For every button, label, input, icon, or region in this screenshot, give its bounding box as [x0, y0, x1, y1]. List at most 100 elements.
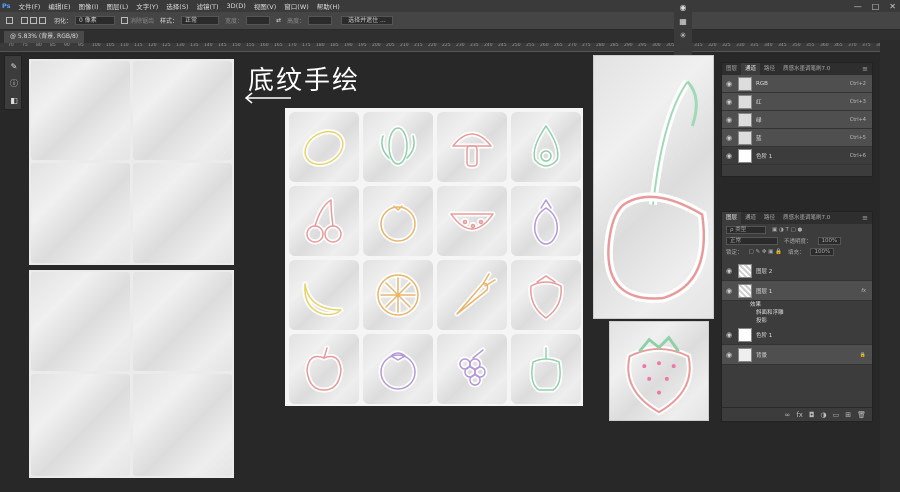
- fx-badge[interactable]: fx: [861, 288, 866, 294]
- height-input[interactable]: [308, 16, 333, 25]
- layer-row[interactable]: ◉ 背景 🔒: [722, 345, 872, 365]
- select-and-mask-button[interactable]: 选择并遮住 ...: [338, 16, 393, 25]
- marquee-tool-icon[interactable]: [6, 17, 15, 24]
- height-label: 高度：: [287, 18, 306, 25]
- eye-icon[interactable]: ◉: [724, 287, 734, 295]
- menu-help[interactable]: 帮助(H): [313, 1, 344, 11]
- lock-row: 锁定： ▢ ✎ ✥ ▣ 🔒 填充： 100%: [722, 246, 872, 257]
- fill-input[interactable]: 100%: [810, 247, 835, 256]
- tab-brushes[interactable]: 质感水墨调笔刷7.0: [779, 63, 834, 75]
- panel-menu-icon[interactable]: ≡: [862, 212, 868, 224]
- layer-row[interactable]: ◉ 色阶 1: [722, 325, 872, 345]
- eye-icon[interactable]: ◉: [724, 267, 734, 275]
- effects-label: 效果: [750, 302, 762, 308]
- selection-mode-icons[interactable]: [21, 17, 48, 24]
- antialias-checkbox[interactable]: 消除锯齿: [121, 16, 154, 25]
- ruler-tick: 215: [414, 43, 423, 48]
- kind-filter-select[interactable]: ρ 类型: [726, 225, 766, 234]
- style-select[interactable]: 正常: [181, 16, 220, 25]
- eye-icon[interactable]: ◉: [724, 116, 734, 124]
- layer-row[interactable]: ◉ 图层 2: [722, 261, 872, 281]
- options-bar: 羽化： 0 像素 消除锯齿 样式： 正常 宽度： ⇄ 高度： 选择并遮住 ...: [0, 12, 900, 30]
- brush-icon[interactable]: ✎: [7, 59, 21, 73]
- tab-paths[interactable]: 路径: [760, 63, 779, 75]
- ruler-tick: 130: [176, 43, 185, 48]
- minimize-button[interactable]: —: [854, 2, 862, 11]
- tab-channels[interactable]: 通道: [741, 212, 760, 224]
- close-button[interactable]: ✕: [889, 2, 896, 11]
- effect-drop-shadow[interactable]: 投影: [722, 317, 872, 325]
- menu-3d[interactable]: 3D(D): [223, 2, 250, 10]
- trash-icon[interactable]: 🗑: [857, 411, 866, 419]
- channel-row-rgb[interactable]: ◉ RGB Ctrl+2: [722, 75, 872, 93]
- adjustment-icon[interactable]: ◑: [821, 411, 827, 419]
- document-tab[interactable]: @ 5.83% (背景, RGB/8): [4, 31, 85, 43]
- fx-icon[interactable]: fx: [796, 411, 803, 419]
- tab-layers[interactable]: 图层: [722, 63, 741, 75]
- tab-brushes[interactable]: 质感水墨调笔刷7.0: [779, 212, 834, 224]
- ruler-tick: 240: [484, 43, 493, 48]
- channel-row-green[interactable]: ◉ 绿 Ctrl+4: [722, 111, 872, 129]
- ps-logo[interactable]: Ps: [0, 2, 15, 10]
- channel-row-levels[interactable]: ◉ 色阶 1 Ctrl+6: [722, 147, 872, 165]
- opacity-input[interactable]: 100%: [817, 236, 842, 245]
- menu-window[interactable]: 窗口(W): [280, 1, 313, 11]
- grid-icon[interactable]: ▦: [674, 14, 692, 28]
- maximize-button[interactable]: □: [872, 2, 880, 11]
- snowflake-icon[interactable]: ✳: [674, 28, 692, 42]
- ruler-tick: 170: [288, 43, 297, 48]
- ruler-tick: 70: [8, 43, 14, 48]
- tab-channels[interactable]: 通道: [741, 63, 761, 75]
- ruler-tick: 245: [498, 43, 507, 48]
- filter-icons[interactable]: ▣ ◑ T ▢ ●: [772, 227, 802, 233]
- tab-paths[interactable]: 路径: [760, 212, 779, 224]
- document-tab-bar: @ 5.83% (背景, RGB/8): [0, 30, 900, 43]
- link-icon[interactable]: ∞: [785, 411, 791, 419]
- mask-icon[interactable]: ◘: [809, 411, 815, 419]
- channel-row-red[interactable]: ◉ 红 Ctrl+3: [722, 93, 872, 111]
- cherry-icon: [603, 79, 709, 303]
- ruler-tick: 185: [330, 43, 339, 48]
- layer-row[interactable]: ◉ 图层 1 fx: [722, 281, 872, 301]
- eye-icon[interactable]: ◉: [724, 152, 734, 160]
- folder-icon[interactable]: ▭: [833, 411, 840, 419]
- channel-shortcut: Ctrl+5: [849, 134, 866, 141]
- lock-icons[interactable]: ▢ ✎ ✥ ▣ 🔒: [749, 249, 782, 255]
- fruit-cell-eggplant: [511, 186, 581, 256]
- ruler-tick: 285: [610, 43, 619, 48]
- fruit-cell-orange: [363, 186, 433, 256]
- info-icon[interactable]: ⓘ: [7, 76, 21, 90]
- style-control: 样式： 正常: [160, 16, 220, 25]
- panel-menu-icon[interactable]: ≡: [862, 63, 868, 75]
- feather-input[interactable]: 0 像素: [75, 16, 116, 25]
- adjust-icon[interactable]: ◧: [7, 93, 21, 107]
- menu-image[interactable]: 图像(I): [75, 1, 103, 11]
- swirl-icon[interactable]: ◉: [674, 0, 692, 14]
- eye-icon[interactable]: ◉: [724, 98, 734, 106]
- fruit-cell-corn: [363, 112, 433, 182]
- eye-icon[interactable]: ◉: [724, 331, 734, 339]
- menu-layer[interactable]: 图层(L): [103, 1, 133, 11]
- lemon-icon: [302, 129, 346, 167]
- new-layer-icon[interactable]: ⊞: [845, 411, 851, 419]
- eye-icon[interactable]: ◉: [724, 134, 734, 142]
- menu-file[interactable]: 文件(F): [15, 1, 45, 11]
- menu-view[interactable]: 视图(V): [250, 1, 281, 11]
- menu-filter[interactable]: 滤镜(T): [192, 1, 222, 11]
- ruler-tick: 375: [862, 43, 871, 48]
- bell-pepper-icon: [529, 345, 563, 393]
- channel-thumbnail: [738, 130, 752, 145]
- blend-mode-select[interactable]: 正常: [726, 236, 778, 245]
- feather-label: 羽化：: [54, 18, 73, 25]
- tab-layers[interactable]: 图层: [722, 212, 742, 224]
- menu-select[interactable]: 选择(S): [162, 1, 192, 11]
- width-input[interactable]: [246, 16, 271, 25]
- eye-icon[interactable]: ◉: [724, 351, 734, 359]
- eye-icon[interactable]: ◉: [724, 80, 734, 88]
- height-control: 高度：: [287, 16, 333, 25]
- menu-type[interactable]: 文字(Y): [132, 1, 162, 11]
- effect-bevel-emboss[interactable]: 斜面和浮雕: [722, 309, 872, 317]
- menu-edit[interactable]: 编辑(E): [44, 1, 74, 11]
- channel-row-blue[interactable]: ◉ 蓝 Ctrl+5: [722, 129, 872, 147]
- swap-icon[interactable]: ⇄: [276, 17, 281, 24]
